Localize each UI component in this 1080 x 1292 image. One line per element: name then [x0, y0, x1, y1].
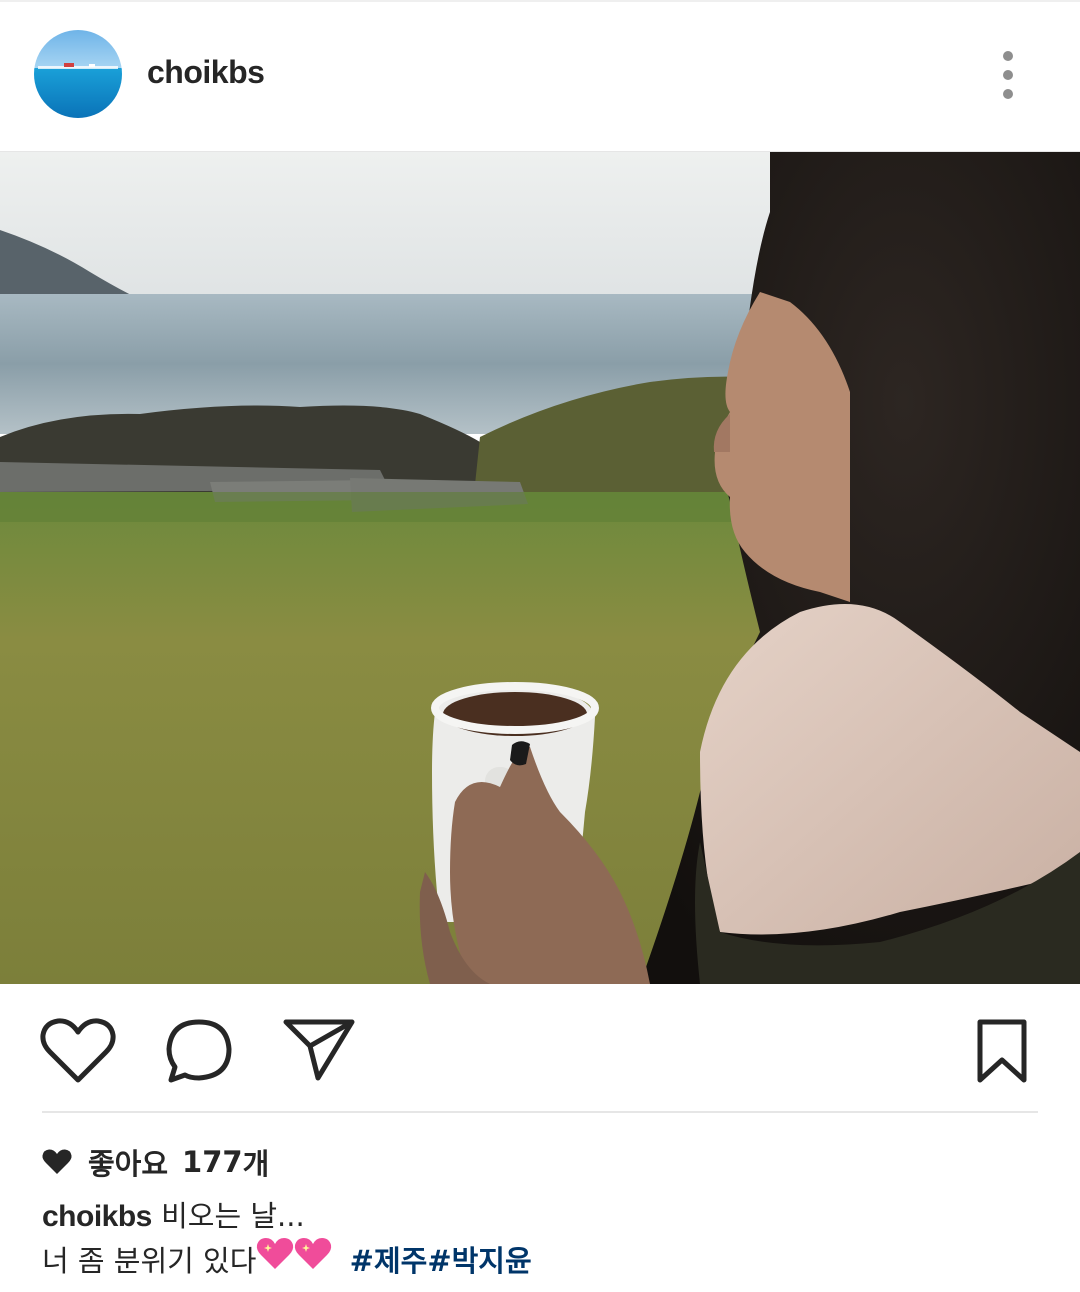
likes-count: 177: [182, 1145, 243, 1179]
caption-text-1: 비오는 날...: [161, 1199, 305, 1233]
hashtag-jeju[interactable]: #제주: [350, 1244, 428, 1278]
hashtag-parkjiyoon[interactable]: #박지윤: [427, 1244, 531, 1278]
caption: choikbs 비오는 날... 너 좀 분위기 있다 #제주#박지윤: [42, 1194, 1042, 1284]
likes-label: 좋아요: [88, 1147, 169, 1181]
more-options-icon[interactable]: [990, 47, 1026, 103]
more-dot: [1003, 70, 1013, 80]
heart-filled-icon: [42, 1149, 72, 1174]
avatar[interactable]: [34, 30, 122, 118]
caption-username[interactable]: choikbs: [42, 1200, 152, 1233]
bookmark-icon[interactable]: [976, 1018, 1028, 1084]
more-dot: [1003, 89, 1013, 99]
avatar-image: [34, 30, 122, 118]
post-photo[interactable]: [0, 152, 1080, 984]
likes-unit: 개: [242, 1147, 270, 1181]
likes-row[interactable]: 좋아요 177 개: [42, 1142, 269, 1182]
comment-icon[interactable]: [165, 1018, 235, 1084]
more-dot: [1003, 51, 1013, 61]
post-header: choikbs: [0, 2, 1080, 152]
send-icon[interactable]: [282, 1018, 356, 1082]
action-bar: [0, 984, 1080, 1112]
caption-line-2: 너 좀 분위기 있다 #제주#박지윤: [42, 1236, 1042, 1284]
post-username[interactable]: choikbs: [147, 54, 265, 91]
post-photo-image: [0, 152, 1080, 984]
action-divider: [42, 1111, 1038, 1113]
sparkling-heart-emoji: [256, 1236, 332, 1284]
sparkling-heart-icon: [257, 1238, 332, 1269]
heart-icon[interactable]: [40, 1018, 116, 1084]
caption-text-2: 너 좀 분위기 있다: [42, 1244, 257, 1278]
caption-line-1: choikbs 비오는 날...: [42, 1194, 1042, 1239]
